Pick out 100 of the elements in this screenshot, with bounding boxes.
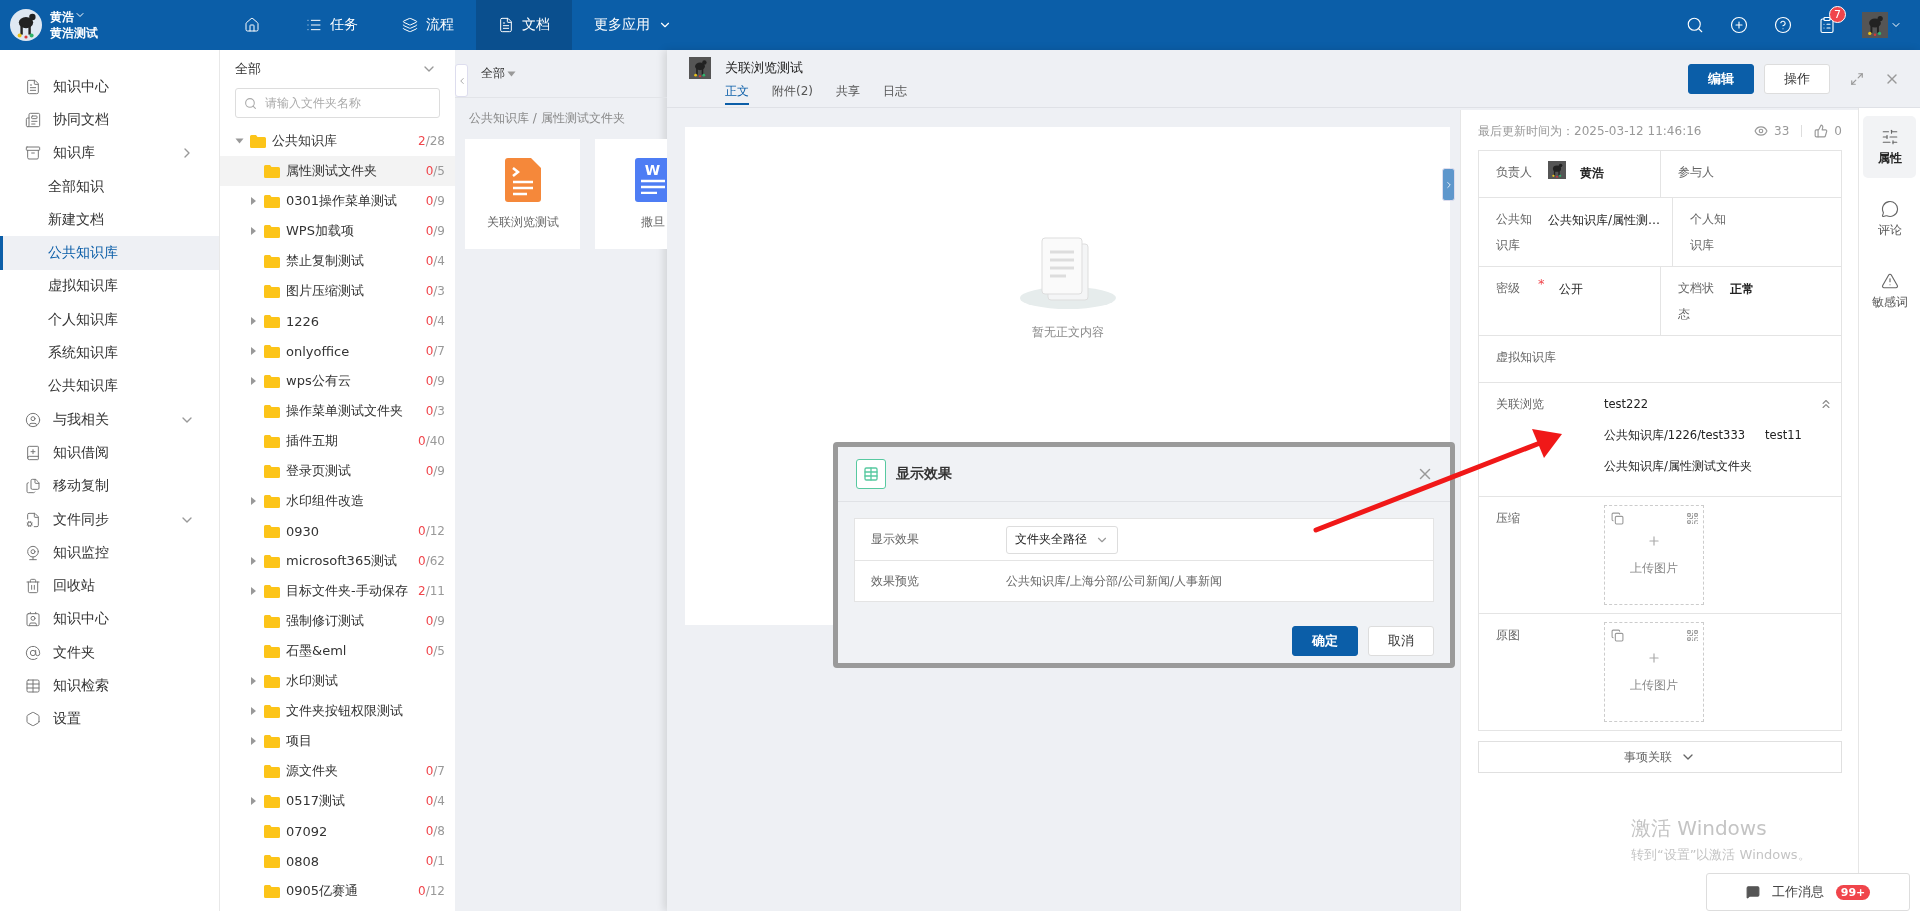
sidebar-item[interactable]: 设置	[0, 702, 219, 736]
nav-tab[interactable]: 更多应用	[572, 0, 694, 50]
related-link[interactable]: test222	[1604, 395, 1649, 413]
field-value: 公共知识库/属性测…	[1548, 212, 1661, 229]
sidebar-item[interactable]: 知识中心	[0, 602, 219, 637]
folder-count: 0/9	[425, 224, 445, 238]
sidebar-item[interactable]: 虚拟知识库	[0, 269, 219, 304]
folder-count: 0/9	[425, 374, 445, 388]
folder-count: 0/1	[425, 854, 445, 868]
upload-area[interactable]: 上传图片	[1604, 622, 1704, 722]
sidebar-item[interactable]: 全部知识	[0, 169, 219, 204]
field-label: 原图	[1496, 627, 1521, 644]
tree-item[interactable]: 属性测试文件夹 0/5	[220, 156, 455, 186]
sidebar-item[interactable]: 文件夹	[0, 636, 219, 670]
sidebar-item[interactable]: 知识库	[0, 136, 219, 170]
sidebar-item[interactable]: 知识监控	[0, 536, 219, 570]
nav-tab[interactable]: 文档	[476, 0, 572, 50]
tree-item[interactable]: 公共知识库 2/28	[220, 126, 455, 156]
tree-item[interactable]: 水印组件改造	[220, 486, 455, 516]
field-value: 黄浩	[1580, 165, 1604, 182]
sidebar-item[interactable]: 文件同步	[0, 502, 219, 537]
sidebar-item[interactable]: 回收站	[0, 569, 219, 603]
tree-item[interactable]: 07092 0/8	[220, 816, 455, 846]
tree-item[interactable]: 0905亿赛通 0/12	[220, 876, 455, 906]
sidebar-item[interactable]: 新建文档	[0, 203, 219, 237]
sidebar-item[interactable]: 公共知识库	[0, 236, 219, 270]
search-box[interactable]: 请输入文件夹名称	[235, 88, 440, 118]
tree-item[interactable]: 插件五期 0/40	[220, 426, 455, 456]
document-tab[interactable]: 附件(2)	[772, 83, 813, 105]
tree-item[interactable]: 操作菜单测试文件夹 0/3	[220, 396, 455, 426]
user-name[interactable]: 黄浩	[50, 9, 98, 25]
document-title: 关联浏览测试	[725, 59, 804, 77]
tree-item[interactable]: WPS加载项 0/9	[220, 216, 455, 246]
like-count: 0	[1834, 124, 1842, 138]
tree-item[interactable]: 禁止复制测试 0/4	[220, 246, 455, 276]
tree-item[interactable]: 源文件夹 0/7	[220, 756, 455, 786]
document-tab[interactable]: 日志	[883, 83, 907, 105]
field-label: 效果预览	[871, 572, 920, 590]
sidebar-item[interactable]: 移动复制	[0, 469, 219, 503]
sidebar-item[interactable]: 协同文档	[0, 103, 219, 137]
folder-count: 0/9	[425, 614, 445, 628]
nav-tab[interactable]: 任务	[284, 0, 380, 50]
upload-area[interactable]: 上传图片	[1604, 505, 1704, 605]
field-label: 文档状态	[1678, 280, 1715, 323]
field-label: 压缩	[1496, 510, 1521, 527]
folder-count: 0/8	[425, 824, 445, 838]
dialog-button[interactable]: 确定	[1292, 626, 1358, 656]
nav-tab[interactable]: 流程	[380, 0, 476, 50]
sidebar-item[interactable]: 知识检索	[0, 669, 219, 703]
side-tab[interactable]: 敏感词	[1863, 260, 1916, 322]
display-select[interactable]: 文件夹全路径	[1006, 525, 1118, 554]
document-tab[interactable]: 共享	[836, 83, 860, 105]
sidebar-item[interactable]: 个人知识库	[0, 303, 219, 337]
field-label: 公共知识库	[1496, 211, 1533, 254]
scope-select[interactable]: 全部	[235, 60, 261, 78]
tree-item[interactable]: 0301操作菜单测试 0/9	[220, 186, 455, 216]
scope-select[interactable]: 全部	[481, 65, 505, 82]
sidebar-item[interactable]: 系统知识库	[0, 336, 219, 370]
tree-item[interactable]: 0930 0/12	[220, 516, 455, 546]
related-link[interactable]: 公共知识库/属性测试文件夹	[1604, 457, 1752, 475]
tree-item[interactable]: 目标文件夹-手动保存 2/11	[220, 576, 455, 606]
sidebar-item[interactable]: 公共知识库	[0, 369, 219, 403]
tree-item[interactable]: onlyoffice 0/7	[220, 336, 455, 366]
work-messages-button[interactable]: 工作消息 99+	[1706, 873, 1910, 911]
related-items-button[interactable]: 事项关联	[1478, 741, 1842, 773]
tree-item[interactable]: 文件夹按钮权限测试	[220, 696, 455, 726]
folder-count: 0/3	[425, 284, 445, 298]
side-tab[interactable]: 属性	[1863, 116, 1916, 178]
file-card[interactable]: 关联浏览测试	[465, 139, 580, 249]
document-tab[interactable]: 正文	[725, 83, 749, 105]
tree-item[interactable]: 图片压缩测试 0/3	[220, 276, 455, 306]
notification-badge: 7	[1829, 6, 1846, 23]
tree-item[interactable]: wps公有云 0/9	[220, 366, 455, 396]
file-name: 关联浏览测试	[486, 213, 559, 231]
tree-item[interactable]: 0808 0/1	[220, 846, 455, 876]
action-button[interactable]: 编辑	[1688, 64, 1754, 94]
field-label: 参与人	[1678, 164, 1715, 181]
tree-item[interactable]: 0517测试 0/4	[220, 786, 455, 816]
dialog-button[interactable]: 取消	[1368, 626, 1434, 656]
folder-count: 0/62	[418, 554, 445, 568]
folder-count: 0/4	[425, 794, 445, 808]
sidebar-item[interactable]: 与我相关	[0, 402, 219, 437]
tree-item[interactable]: 水印测试	[220, 666, 455, 696]
tree-item[interactable]: 强制修订测试 0/9	[220, 606, 455, 636]
field-value: 公开	[1558, 281, 1583, 298]
tree-item[interactable]: 1226 0/4	[220, 306, 455, 336]
tree-item[interactable]: microsoft365测试 0/62	[220, 546, 455, 576]
side-tab[interactable]: 评论	[1863, 188, 1916, 250]
folder-count: 2/11	[418, 584, 445, 598]
tree-item[interactable]: 石墨&eml 0/5	[220, 636, 455, 666]
tree-item[interactable]: 登录页测试 0/9	[220, 456, 455, 486]
sidebar-item[interactable]: 知识中心	[0, 70, 219, 104]
field-label: 虚拟知识库	[1496, 349, 1557, 366]
file-card[interactable]: W 撒旦	[595, 139, 667, 249]
tree-item[interactable]: 项目	[220, 726, 455, 756]
action-button[interactable]: 操作	[1764, 64, 1830, 94]
sidebar-item[interactable]: 知识借阅	[0, 436, 219, 470]
related-link[interactable]: 公共知识库/1226/test333	[1604, 426, 1746, 444]
activation-title: 激活 Windows	[1631, 815, 1768, 842]
related-link[interactable]: test11	[1765, 426, 1802, 444]
